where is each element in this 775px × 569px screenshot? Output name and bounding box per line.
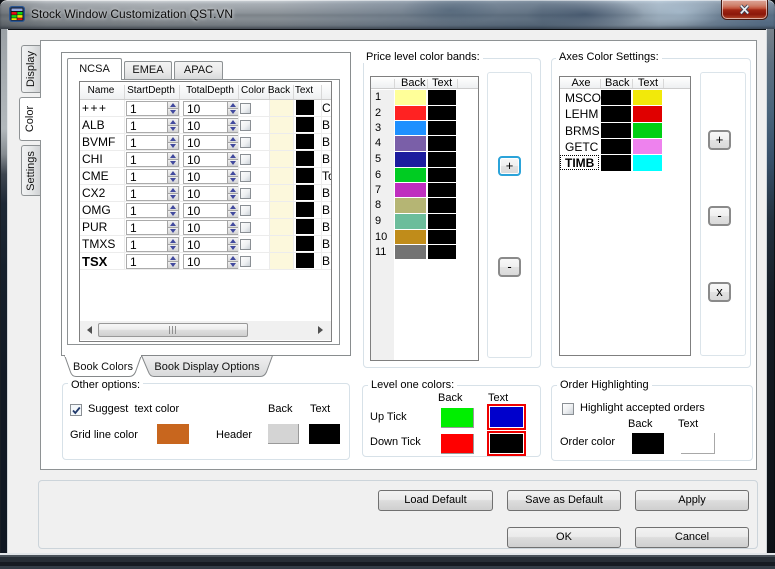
svg-text:Book Colors: Book Colors [73,361,133,373]
svg-text:Book Display Options: Book Display Options [154,361,260,373]
